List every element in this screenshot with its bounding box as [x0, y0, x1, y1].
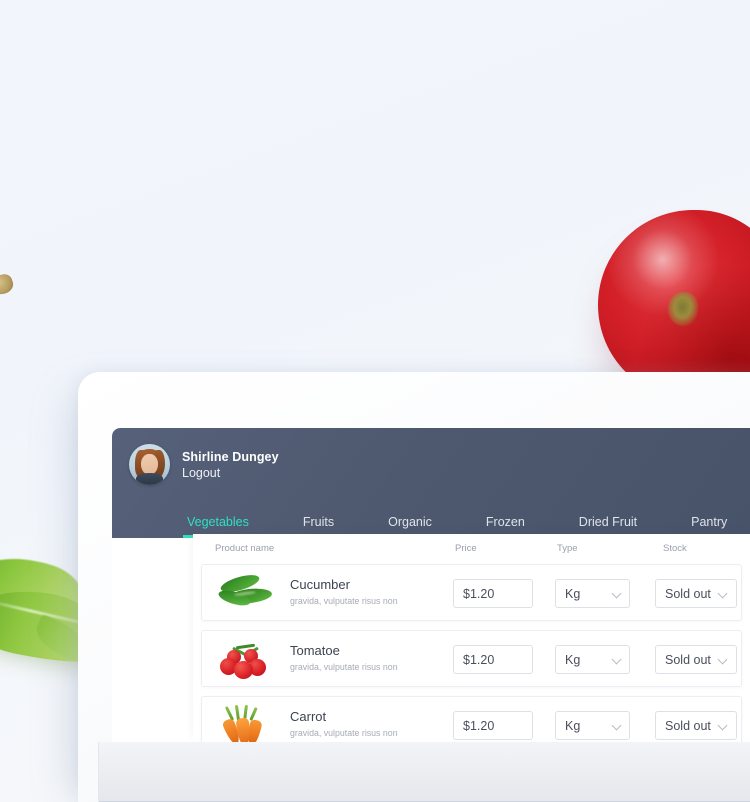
type-select-value: Kg	[565, 586, 581, 601]
product-text: Carrot gravida, vulputate risus non	[290, 709, 398, 738]
avatar-face	[141, 454, 158, 475]
user-profile-block[interactable]: Shirline Dungey Logout	[129, 444, 279, 485]
user-name: Shirline Dungey	[182, 449, 279, 464]
table-row[interactable]: Tomatoe gravida, vulputate risus non Kg …	[201, 630, 742, 687]
stock-select[interactable]: Sold out	[655, 579, 737, 608]
product-text: Cucumber gravida, vulputate risus non	[290, 577, 398, 606]
laptop-base	[98, 742, 750, 802]
type-select[interactable]: Kg	[555, 645, 630, 674]
price-input[interactable]	[453, 645, 533, 674]
type-select[interactable]: Kg	[555, 579, 630, 608]
price-input[interactable]	[453, 579, 533, 608]
stock-select-value: Sold out	[665, 652, 711, 667]
stock-select-value: Sold out	[665, 586, 711, 601]
product-text: Tomatoe gravida, vulputate risus non	[290, 643, 398, 672]
user-text-block: Shirline Dungey Logout	[182, 449, 279, 481]
tomato-shape-2	[234, 661, 253, 679]
product-table-panel: Product name Price Type Stock Cucumber g…	[193, 534, 750, 742]
stock-select-value: Sold out	[665, 718, 711, 733]
product-desc: gravida, vulputate risus non	[290, 661, 398, 672]
type-select-value: Kg	[565, 718, 581, 733]
product-name: Cucumber	[290, 577, 350, 592]
chevron-down-icon	[718, 589, 727, 598]
logout-link[interactable]: Logout	[182, 465, 279, 481]
tomato-navel-prop	[665, 290, 701, 328]
carrot-icon	[216, 704, 274, 742]
table-row[interactable]: Carrot gravida, vulputate risus non Kg S…	[201, 696, 742, 742]
chevron-down-icon	[612, 589, 621, 598]
product-desc: gravida, vulputate risus non	[290, 727, 398, 738]
product-desc: gravida, vulputate risus non	[290, 595, 398, 606]
chevron-down-icon	[718, 721, 727, 730]
chevron-down-icon	[612, 721, 621, 730]
table-column-header: Product name Price Type Stock	[193, 534, 750, 564]
column-header-product-name: Product name	[215, 543, 275, 554]
cucumber-icon	[216, 571, 274, 614]
avatar[interactable]	[129, 444, 170, 485]
column-header-stock: Stock	[663, 543, 687, 554]
tomato-icon	[216, 639, 274, 680]
category-tabs: Vegetables Fruits Organic Frozen Dried F…	[183, 504, 750, 538]
column-header-type: Type	[557, 543, 578, 554]
avatar-body	[136, 473, 163, 485]
type-select[interactable]: Kg	[555, 711, 630, 740]
tomato-stem-prop	[0, 272, 16, 297]
product-name: Carrot	[290, 709, 327, 724]
column-header-price: Price	[455, 543, 477, 554]
chevron-down-icon	[612, 655, 621, 664]
price-input[interactable]	[453, 711, 533, 740]
table-row[interactable]: Cucumber gravida, vulputate risus non Kg…	[201, 564, 742, 621]
type-select-value: Kg	[565, 652, 581, 667]
chevron-down-icon	[718, 655, 727, 664]
product-name: Tomatoe	[290, 643, 340, 658]
stock-select[interactable]: Sold out	[655, 711, 737, 740]
app-header: Shirline Dungey Logout Vegetables Fruits…	[112, 428, 750, 538]
laptop-screen: Shirline Dungey Logout Vegetables Fruits…	[112, 428, 750, 742]
stock-select[interactable]: Sold out	[655, 645, 737, 674]
